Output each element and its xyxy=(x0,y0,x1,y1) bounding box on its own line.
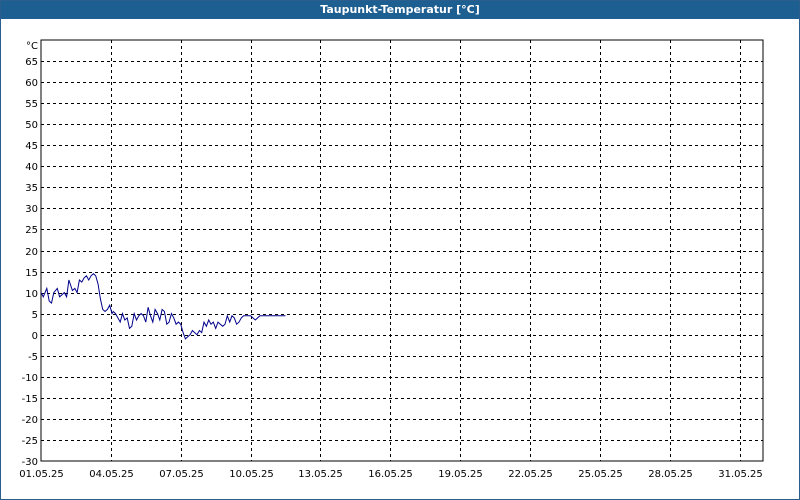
x-tick-label: 16.05.25 xyxy=(368,469,413,480)
y-tick-label: 0 xyxy=(32,331,38,342)
y-tick-label: 10 xyxy=(25,289,38,300)
y-tick-label: 65 xyxy=(25,57,38,68)
y-tick-label: 15 xyxy=(25,268,38,279)
x-tick-label: 31.05.25 xyxy=(718,469,763,480)
y-unit-label: °C xyxy=(26,41,38,52)
y-tick-label: 60 xyxy=(25,78,38,89)
y-tick-label: 50 xyxy=(25,120,38,131)
x-tick-label: 01.05.25 xyxy=(19,469,64,480)
x-tick-label: 22.05.25 xyxy=(508,469,553,480)
x-tick-label: 10.05.25 xyxy=(229,469,274,480)
y-tick-label: -10 xyxy=(22,373,38,384)
x-tick-label: 04.05.25 xyxy=(89,469,134,480)
y-tick-label: -20 xyxy=(22,415,38,426)
y-tick-label: -5 xyxy=(28,352,38,363)
x-tick-label: 28.05.25 xyxy=(648,469,693,480)
x-tick-label: 19.05.25 xyxy=(438,469,483,480)
y-tick-label: -30 xyxy=(22,457,38,468)
y-tick-label: 55 xyxy=(25,99,38,110)
y-tick-label: -15 xyxy=(22,394,38,405)
y-tick-label: 40 xyxy=(25,162,38,173)
y-tick-label: 35 xyxy=(25,183,38,194)
x-tick-label: 07.05.25 xyxy=(159,469,204,480)
y-tick-label: 5 xyxy=(32,310,38,321)
y-tick-label: 30 xyxy=(25,204,38,215)
chart-canvas: 65605550454035302520151050-5-10-15-20-25… xyxy=(19,39,764,480)
chart-window: Taupunkt-Temperatur [°C] 65 60 55 50 45 40 35 3… xyxy=(0,0,800,500)
y-tick-label: -25 xyxy=(22,436,38,447)
y-tick-label: 20 xyxy=(25,247,38,258)
x-tick-label: 13.05.25 xyxy=(298,469,343,480)
y-tick-label: 25 xyxy=(25,225,38,236)
y-tick-label: 45 xyxy=(25,141,38,152)
x-tick-label: 25.05.25 xyxy=(578,469,623,480)
